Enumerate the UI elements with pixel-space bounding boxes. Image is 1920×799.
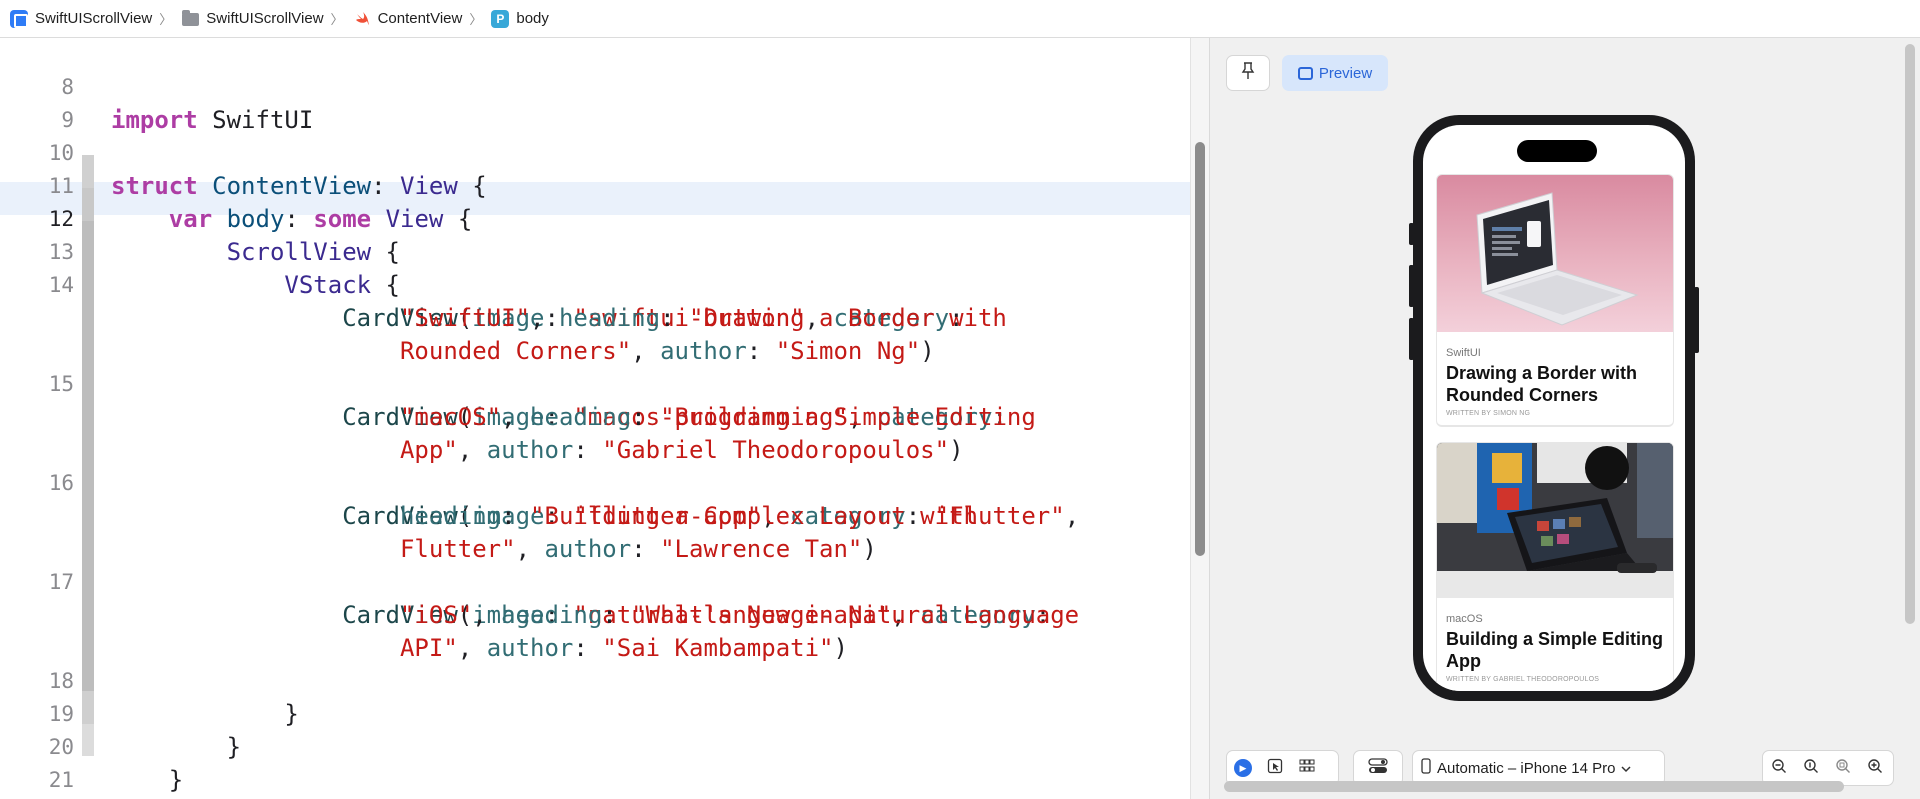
preview-label: Preview [1318, 64, 1373, 82]
card-author: WRITTEN BY GABRIEL THEODOROPOULOS [1446, 676, 1600, 683]
chevron-right-icon: 〉 [330, 12, 344, 27]
zoom-in-button[interactable] [1859, 751, 1891, 785]
chevron-right-icon: 〉 [159, 12, 173, 27]
chevron-down-icon [1621, 760, 1631, 777]
breadcrumb-item-project[interactable]: SwiftUIScrollView 〉 [10, 0, 181, 37]
code-line[interactable]: 8 import SwiftUI [0, 38, 1190, 134]
code-line-wrap[interactable]: App", author: "Gabriel Theodoropoulos") [0, 401, 1190, 464]
code-line-wrap[interactable]: "SwiftUI", heading: "Drawing a Border wi… [0, 269, 1190, 332]
code-line[interactable]: 22 [0, 764, 1190, 797]
code-line[interactable]: 18 } [0, 632, 1190, 728]
swift-file-icon [353, 10, 371, 28]
breadcrumb-item-symbol[interactable]: P body [491, 0, 549, 37]
zoom-100-button[interactable] [1795, 751, 1827, 785]
breadcrumb-item-folder[interactable]: SwiftUIScrollView 〉 [181, 0, 352, 37]
code-line-wrap[interactable]: "macOS", heading: "Building a Simple Edi… [0, 368, 1190, 431]
dynamic-island [1517, 140, 1597, 162]
property-icon: P [491, 9, 510, 28]
card-image-macos-programming [1437, 443, 1673, 598]
code-line[interactable]: 11 var body: some View { [0, 137, 1190, 233]
code-line-wrap[interactable]: Flutter", author: "Lawrence Tan") [0, 500, 1190, 563]
code-line[interactable]: 21 } [0, 731, 1190, 792]
code-line[interactable]: 10 struct ContentView: View { [0, 104, 1190, 200]
preview-card[interactable]: SwiftUI Drawing a Border with Rounded Co… [1436, 174, 1674, 427]
code-line[interactable]: 16 CardView(image: "flutter-app", catego… [0, 434, 1190, 530]
card-heading: Building a Simple Editing App [1446, 629, 1664, 671]
zoom-out-icon [1771, 758, 1787, 778]
pin-icon [1240, 61, 1256, 85]
code-line-current[interactable]: 12 ScrollView { [0, 170, 1190, 266]
device-settings-button[interactable] [1354, 751, 1402, 785]
code-line[interactable]: 19 } [0, 665, 1190, 761]
cursor-select-icon [1267, 758, 1283, 778]
breadcrumb-folder-label: SwiftUIScrollView [206, 10, 324, 27]
iphone-icon [1421, 758, 1431, 778]
zoom-in-icon [1867, 758, 1883, 778]
breadcrumb: SwiftUIScrollView 〉 SwiftUIScrollView 〉 … [0, 0, 1920, 38]
card-heading: Drawing a Border with Rounded Corners [1446, 363, 1638, 405]
zoom-actual-size-icon [1803, 758, 1819, 778]
app-project-icon [10, 9, 28, 28]
zoom-out-button[interactable] [1763, 751, 1795, 785]
canvas-vertical-scrollbar[interactable] [1905, 44, 1915, 624]
zoom-fit-button[interactable] [1827, 751, 1859, 785]
card-image-swiftui-button [1437, 175, 1673, 332]
card-author: WRITTEN BY SIMON NG [1446, 410, 1531, 417]
variants-button[interactable] [1291, 751, 1323, 785]
pin-button[interactable] [1226, 55, 1270, 91]
folder-icon [181, 10, 199, 28]
preview-icon [1297, 66, 1313, 80]
preview-card[interactable]: macOS Building a Simple Editing App WRIT… [1436, 442, 1674, 691]
card-category: SwiftUI [1446, 347, 1481, 359]
selectable-mode-button[interactable] [1259, 751, 1291, 785]
canvas-bottom-toolbar: ▶ Automatic – iPhone 14 Pro [1210, 746, 1920, 799]
preview-mode-button[interactable]: Preview [1282, 55, 1388, 91]
editor-scrollbar[interactable] [1190, 38, 1209, 799]
breadcrumb-symbol-label: body [516, 10, 549, 27]
code-editor[interactable]: 8 import SwiftUI 9 10 struct ContentView… [0, 38, 1190, 799]
card-category: macOS [1446, 613, 1483, 625]
code-line[interactable]: 15 CardView(image: "macos-programming", … [0, 335, 1190, 431]
live-mode-button[interactable]: ▶ [1227, 751, 1259, 785]
iphone-device-frame: SwiftUI Drawing a Border with Rounded Co… [1409, 115, 1699, 701]
code-line-wrap[interactable]: Rounded Corners", author: "Simon Ng") [0, 302, 1190, 365]
code-line[interactable]: 17 CardView(image: "natural-language-api… [0, 533, 1190, 629]
code-line[interactable]: 20 } [0, 698, 1190, 794]
zoom-fit-icon [1835, 758, 1851, 778]
code-line[interactable]: 14 CardView(image: "swiftui-button", cat… [0, 236, 1190, 332]
code-line-wrap[interactable]: API", author: "Sai Kambampati") [0, 599, 1190, 662]
device-label: Automatic – iPhone 14 Pro [1437, 759, 1616, 777]
toggles-icon [1368, 758, 1388, 778]
canvas-horizontal-scrollbar[interactable] [1224, 781, 1844, 792]
code-line[interactable]: 9 [0, 71, 1190, 132]
chevron-right-icon: 〉 [469, 12, 483, 27]
code-line-wrap[interactable]: "iOS", heading: "What's New in Natural L… [0, 566, 1190, 629]
editor-scroll-thumb[interactable] [1195, 142, 1205, 556]
breadcrumb-project-label: SwiftUIScrollView [35, 10, 153, 27]
play-icon: ▶ [1234, 759, 1252, 777]
code-line-wrap[interactable]: heading: "Building a Complex Layout with [0, 467, 1190, 530]
phone-screen[interactable]: SwiftUI Drawing a Border with Rounded Co… [1423, 125, 1685, 691]
breadcrumb-file-label: ContentView [377, 10, 463, 27]
code-line[interactable]: 13 VStack { [0, 203, 1190, 299]
grid-icon [1299, 759, 1315, 777]
breadcrumb-item-file[interactable]: ContentView 〉 [353, 0, 492, 37]
preview-canvas[interactable]: Preview SwiftUI Drawing a Border with Ro… [1209, 38, 1920, 799]
